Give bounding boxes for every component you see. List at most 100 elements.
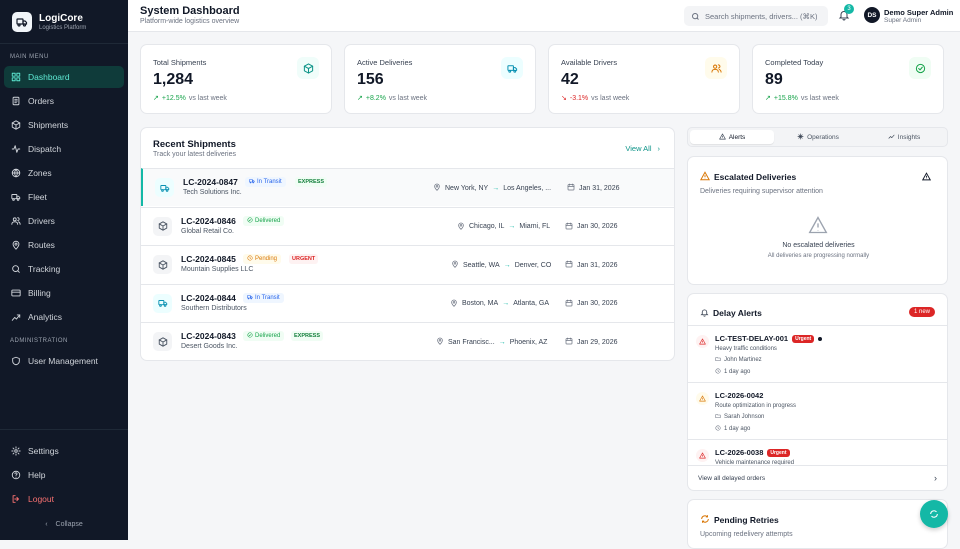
warning-icon	[696, 449, 709, 462]
sidebar-item-label: Tracking	[28, 264, 61, 274]
operations-icon	[797, 133, 804, 142]
status-icon	[247, 216, 253, 225]
sidebar-item-label: User Management	[28, 356, 98, 366]
warning-icon	[700, 171, 710, 181]
sidebar-item-dispatch[interactable]: Dispatch	[4, 138, 124, 160]
route-from: Boston, MA	[462, 300, 499, 307]
warning-icon	[696, 335, 709, 348]
table-row[interactable]: LC-2024-0847 Tech Solutions Inc. In Transi…	[141, 168, 674, 206]
alert-triangle-icon[interactable]	[922, 172, 931, 181]
truck-icon	[11, 192, 21, 202]
sidebar-item-fleet[interactable]: Fleet	[4, 186, 124, 208]
arrow-right-icon: →	[492, 184, 500, 192]
sidebar-item-label: Routes	[28, 240, 55, 250]
brand: LogiCore Logistics Platform	[0, 0, 128, 44]
avatar[interactable]: DS	[864, 7, 880, 23]
table-row[interactable]: LC-2024-0845 Mountain Supplies LLC Pending…	[141, 245, 674, 283]
sidebar-item-settings[interactable]: Settings	[4, 440, 124, 462]
shipment-id: LC-2024-0845	[181, 254, 236, 264]
pending-retries-title: Pending Retries	[714, 515, 779, 525]
delay-alert-item[interactable]: LC-2026-0042 Route optimization in progre…	[688, 382, 947, 439]
alert-id: LC-2026-0038	[715, 448, 764, 457]
driver-name: John Martinez	[724, 357, 762, 363]
sidebar-item-user-management[interactable]: User Management	[4, 350, 124, 372]
collapse-button[interactable]: ‹ Collapse	[0, 514, 128, 534]
status-label: In Transit	[257, 179, 282, 185]
box-icon	[153, 255, 172, 274]
refresh-icon	[930, 510, 938, 518]
chevron-right-icon: ›	[657, 144, 661, 153]
stat-value: 89	[765, 71, 783, 88]
stat-trend: ↗ +15.8% vs last week	[765, 94, 839, 103]
sidebar-item-zones[interactable]: Zones	[4, 162, 124, 184]
calendar-icon	[565, 222, 573, 232]
status-badge: Pending	[243, 254, 282, 264]
sidebar-item-shipments[interactable]: Shipments	[4, 114, 124, 136]
status-icon	[247, 255, 253, 263]
search-input[interactable]: Search shipments, drivers... (⌘K)	[684, 6, 828, 26]
calendar-icon	[567, 183, 575, 193]
delay-alert-item[interactable]: LC-TEST-DELAY-001 Urgent Heavy traffic con…	[688, 325, 947, 382]
sidebar-item-label: Shipments	[28, 120, 69, 130]
driver-name: Sarah Johnson	[724, 414, 765, 420]
folder-icon	[715, 356, 721, 364]
status-icon	[247, 294, 253, 302]
sidebar-item-drivers[interactable]: Drivers	[4, 210, 124, 232]
escalated-subtitle: Deliveries requiring supervisor attentio…	[700, 188, 823, 195]
priority-badge: EXPRESS	[291, 331, 323, 341]
chevron-left-icon: ‹	[45, 520, 48, 528]
status-icon	[247, 332, 253, 340]
route-to: Los Angeles, ...	[503, 184, 552, 192]
sidebar-item-label: Zones	[28, 168, 52, 178]
user-name[interactable]: Demo Super Admin	[884, 8, 956, 17]
sidebar-item-tracking[interactable]: Tracking	[4, 258, 124, 280]
shipment-id: LC-2024-0844	[181, 292, 236, 303]
tab-operations[interactable]: Operations	[776, 130, 860, 144]
trend-suffix: vs last week	[800, 94, 839, 102]
users-icon	[705, 57, 727, 79]
trend-suffix: vs last week	[388, 94, 428, 102]
status-badge: In Transit	[243, 292, 284, 303]
view-delayed-link[interactable]: View all delayed orders ›	[688, 465, 947, 490]
stat-trend: ↗ +12.5% vs last week	[153, 94, 227, 103]
box-icon	[297, 57, 319, 79]
recent-shipments-card: Recent Shipments Track your latest deliv…	[140, 127, 675, 361]
box-icon	[11, 120, 21, 130]
folder-icon	[715, 413, 721, 421]
date-value: Jan 31, 2026	[579, 184, 620, 192]
escalated-deliveries-card: Escalated Deliveries Deliveries requirin…	[687, 156, 948, 285]
sidebar-item-label: Orders	[28, 96, 54, 106]
map-pin-icon	[436, 337, 444, 347]
table-row[interactable]: LC-2024-0846 Global Retail Co. Delivered Ch…	[141, 206, 674, 245]
sidebar-item-billing[interactable]: Billing	[4, 282, 124, 304]
table-row[interactable]: LC-2024-0843 Desert Goods Inc. Delivered EX…	[141, 322, 674, 360]
view-all-link[interactable]: View All ›	[625, 144, 660, 153]
sidebar-item-routes[interactable]: Routes	[4, 234, 124, 256]
sidebar-item-label: Drivers	[28, 216, 55, 226]
gear-icon	[11, 446, 21, 456]
sidebar-item-help[interactable]: Help	[4, 464, 124, 486]
route: San Francisc... → Phoenix, AZ	[436, 337, 547, 347]
tab-alerts[interactable]: Alerts	[690, 130, 774, 144]
shipment-id: LC-2024-0846	[181, 215, 236, 226]
stat-value: 156	[357, 71, 384, 88]
trend-up-icon: ↗	[357, 95, 363, 102]
empty-title: No escalated deliveries	[782, 242, 855, 249]
stat-card: Total Shipments 1,284 ↗ +12.5% vs last week	[140, 44, 332, 114]
route-from: San Francisc...	[448, 338, 495, 346]
sidebar-item-logout[interactable]: Logout	[4, 488, 124, 510]
tab-insights[interactable]: Insights	[862, 130, 946, 144]
map-pin-icon	[457, 222, 465, 232]
sidebar-item-analytics[interactable]: Analytics	[4, 306, 124, 328]
priority-badge: EXPRESS	[295, 177, 327, 187]
table-row[interactable]: LC-2024-0844 Southern Distributors In Tran…	[141, 283, 674, 322]
assigned-driver: John Martinez	[715, 356, 762, 364]
stat-trend: ↗ +8.2% vs last week	[357, 94, 428, 103]
brand-subtitle: Logistics Platform	[39, 24, 87, 31]
quick-action-button[interactable]	[920, 500, 948, 528]
sidebar-item-dashboard[interactable]: Dashboard	[4, 66, 124, 88]
sidebar-item-orders[interactable]: Orders	[4, 90, 124, 112]
sidebar-item-label: Logout	[28, 494, 54, 504]
date-value: Jan 29, 2026	[577, 338, 618, 346]
orders-icon	[11, 96, 21, 106]
